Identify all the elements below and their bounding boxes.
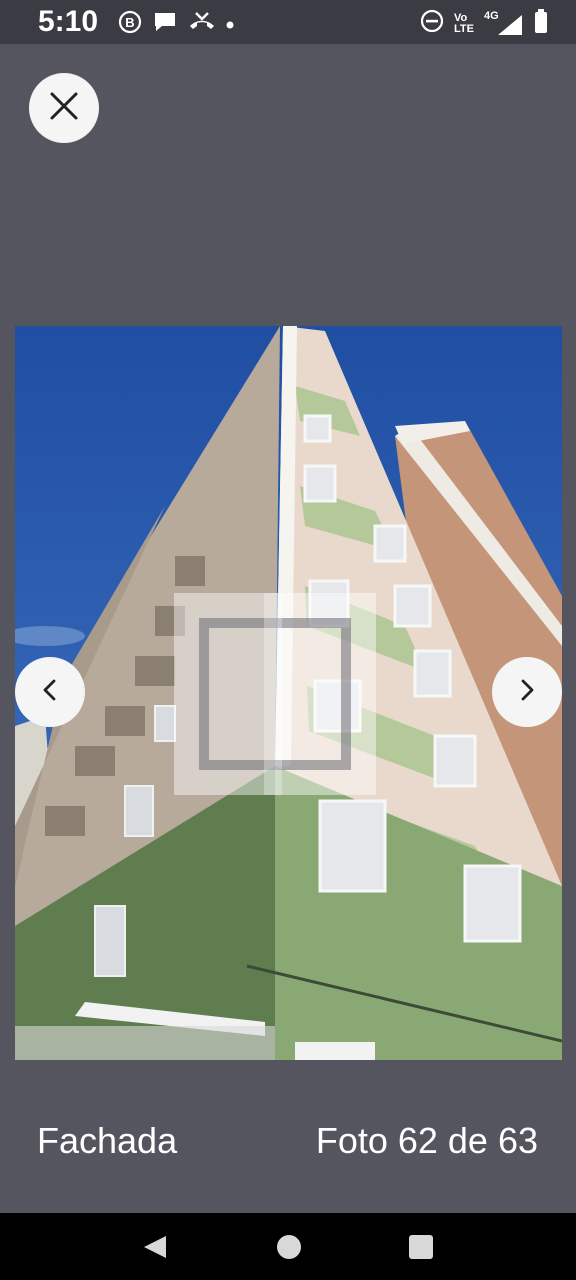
b-icon: B — [118, 10, 142, 39]
status-bar: 5:10 B Vo LTE 4G — [0, 0, 576, 44]
volte-bottom: LTE — [454, 22, 474, 35]
recents-icon[interactable] — [408, 1234, 434, 1265]
photo-counter: Foto 62 de 63 — [315, 1120, 538, 1161]
chat-bubble-icon — [152, 10, 178, 39]
chevron-left-icon — [37, 677, 63, 708]
chevron-right-icon — [514, 677, 540, 708]
building-illustration — [15, 326, 562, 1060]
next-photo-button[interactable] — [492, 657, 562, 727]
volte-top: Vo — [454, 11, 468, 24]
do-not-disturb-icon — [420, 9, 444, 38]
home-icon[interactable] — [276, 1234, 302, 1265]
system-icons: Vo LTE 4G — [420, 8, 548, 39]
back-icon[interactable] — [142, 1234, 168, 1265]
previous-photo-button[interactable] — [15, 657, 85, 727]
volte-icon: Vo LTE — [454, 11, 474, 35]
notification-icons: B — [118, 10, 234, 39]
svg-text:B: B — [125, 15, 134, 30]
signal-4g-icon: 4G — [484, 10, 524, 37]
battery-icon — [534, 8, 548, 39]
photo-caption: Fachada — [37, 1120, 178, 1161]
building-photo[interactable] — [15, 326, 562, 1060]
close-button[interactable] — [29, 73, 99, 143]
dot-icon — [226, 16, 234, 34]
missed-call-icon — [188, 10, 216, 39]
close-icon — [49, 91, 79, 126]
status-time: 5:10 — [38, 5, 99, 38]
system-nav-bar — [0, 1213, 576, 1280]
